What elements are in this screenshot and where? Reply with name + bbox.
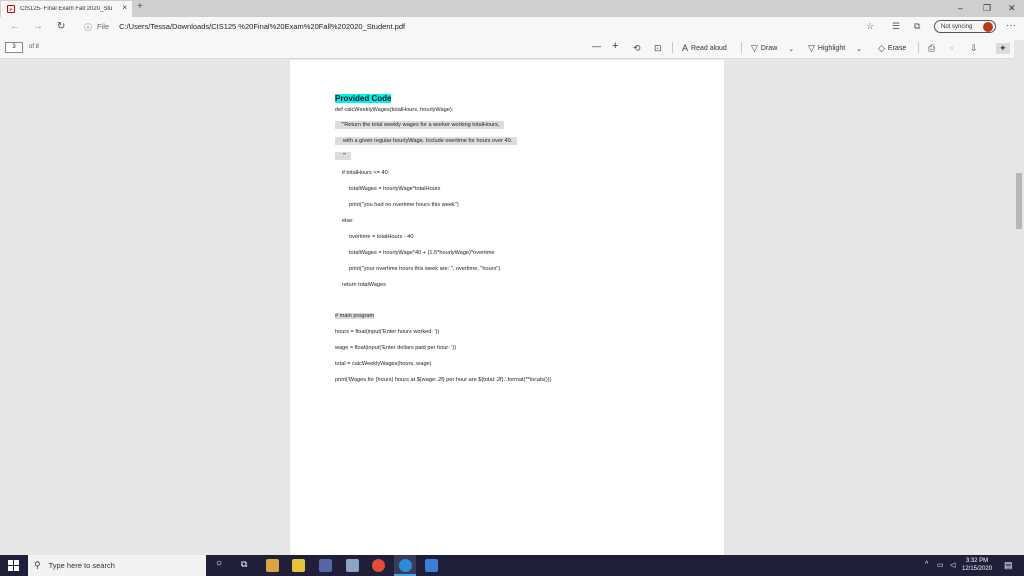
url-path: C:/Users/Tessa/Downloads/CIS125 %20Final… — [119, 22, 406, 31]
windows-start-icon[interactable] — [8, 560, 19, 571]
task-view-icon[interactable]: ⧉ — [241, 559, 254, 572]
pdf-toolbar: 3 of 8 — + ⟲ ⊡ A Read aloud ▽ Draw ⌄ ▽ H… — [0, 37, 1024, 59]
show-hidden-icons[interactable]: ^ — [925, 561, 928, 568]
volume-icon[interactable]: ◁ — [950, 561, 955, 569]
chevron-down-icon[interactable]: ⌄ — [788, 45, 794, 53]
network-icon[interactable]: ▭ — [937, 561, 944, 569]
clock-time: 3:32 PM — [965, 558, 989, 564]
vertical-scrollbar[interactable] — [1014, 40, 1024, 555]
page-total: of 8 — [29, 44, 40, 50]
code-line: else: — [342, 218, 354, 224]
erase-button[interactable]: ◇ Erase — [878, 43, 906, 54]
sync-label: Not syncing — [941, 23, 973, 30]
erase-label: Erase — [887, 45, 907, 52]
url-scheme: File — [97, 22, 110, 31]
draw-pen-icon: ▽ — [751, 43, 758, 53]
taskbar-search-box[interactable]: ⚲ Type here to search — [28, 555, 206, 576]
read-aloud-label: Read aloud — [691, 44, 727, 52]
toolbar-divider — [918, 42, 919, 53]
code-line: totalWages = hourlyWage*totalHours — [349, 186, 441, 192]
code-line: with a given regular hourlyWage. Include… — [335, 137, 518, 145]
rotate-icon[interactable]: ⟲ — [633, 43, 641, 54]
save-icon[interactable]: ▫ — [950, 43, 953, 53]
code-line: hours = float(input('Enter hours worked:… — [335, 329, 440, 335]
favorites-list-icon[interactable]: ☰ — [892, 21, 900, 32]
discord-icon[interactable] — [319, 559, 332, 572]
code-line: wage = float(input('Enter dollars paid p… — [335, 345, 457, 351]
chrome-icon[interactable] — [372, 559, 385, 572]
pdf-icon: P — [7, 5, 15, 13]
code-line: print("you had no overtime hours this we… — [349, 202, 459, 208]
draw-button[interactable]: ▽ Draw ⌄ — [751, 43, 794, 54]
print-icon[interactable]: ⎙ — [928, 43, 935, 54]
highlight-label: Highlight — [817, 45, 846, 52]
back-icon[interactable]: ← — [10, 21, 20, 32]
code-line: total = calcWeeklyWages(hours, wage) — [335, 361, 432, 367]
mail-icon[interactable] — [346, 559, 359, 572]
address-bar: ← → ↻ ⓘ File C:/Users/Tessa/Downloads/CI… — [0, 17, 1024, 37]
read-aloud-icon: A — [682, 43, 689, 53]
zoom-out-button[interactable]: — — [592, 41, 601, 51]
minimize-button[interactable]: – — [958, 3, 963, 13]
toolbar-divider — [672, 42, 673, 53]
code-line: ''' — [335, 152, 352, 160]
draw-label: Draw — [760, 45, 778, 52]
favorite-star-icon[interactable]: ☆ — [866, 21, 874, 32]
search-icon: ⚲ — [34, 560, 41, 570]
code-comment: # main program — [335, 313, 375, 319]
toolbar-divider — [741, 42, 742, 53]
search-placeholder: Type here to search — [48, 561, 115, 570]
more-menu-icon[interactable]: ··· — [1006, 20, 1016, 31]
profile-avatar — [983, 22, 993, 32]
fit-page-icon[interactable]: ⊡ — [654, 43, 662, 54]
pdf-page: Provided Code def calcWeeklyWages(totalH… — [290, 60, 724, 556]
browser-tab[interactable]: P CIS125- Final Exam Fall 2020_Stu... × — [1, 1, 132, 17]
tab-close-icon[interactable]: × — [122, 3, 127, 12]
zoom-in-button[interactable]: + — [612, 40, 618, 52]
collections-icon[interactable]: ⧉ — [914, 21, 920, 32]
close-window-button[interactable]: ✕ — [1008, 3, 1016, 14]
windows-taskbar: ⚲ Type here to search ○ ⧉ ^ ▭ ◁ 3:32 PM … — [0, 555, 1024, 576]
read-aloud-button[interactable]: A Read aloud — [682, 43, 727, 53]
code-line: return totalWages — [342, 282, 386, 288]
taskbar-clock[interactable]: 3:32 PM 12/15/2020 — [962, 557, 992, 573]
photos-icon[interactable] — [425, 559, 438, 572]
file-explorer-icon[interactable] — [266, 559, 279, 572]
info-icon: ⓘ — [84, 23, 92, 32]
url-field[interactable]: File C:/Users/Tessa/Downloads/CIS125 %20… — [97, 22, 405, 31]
tab-title: CIS125- Final Exam Fall 2020_Stu... — [20, 6, 112, 12]
page-number-input[interactable]: 3 — [5, 42, 23, 53]
cortana-icon[interactable]: ○ — [216, 558, 229, 571]
code-line: print("your overtime hours this week are… — [349, 266, 501, 272]
highlight-button[interactable]: ▽ Highlight ⌄ — [808, 43, 862, 54]
clock-date: 12/15/2020 — [962, 566, 993, 572]
code-line: if totalHours <= 40: — [342, 170, 390, 176]
chevron-down-icon[interactable]: ⌄ — [856, 45, 862, 53]
pin-toolbar-icon[interactable]: ✦ — [996, 43, 1010, 54]
browser-titlebar: P CIS125- Final Exam Fall 2020_Stu... × … — [0, 0, 1024, 17]
refresh-icon[interactable]: ↻ — [57, 21, 65, 32]
save-as-icon[interactable]: ⇩ — [970, 43, 978, 54]
highlighter-icon: ▽ — [808, 43, 815, 53]
scrollbar-thumb[interactable] — [1016, 173, 1022, 229]
eraser-icon: ◇ — [878, 43, 885, 53]
code-line: print('Wages for {hours} hours at ${wage… — [335, 377, 552, 383]
edge-icon[interactable] — [399, 559, 412, 572]
section-heading: Provided Code — [335, 94, 392, 103]
forward-icon[interactable]: → — [33, 21, 43, 32]
new-tab-button[interactable]: + — [137, 1, 143, 12]
code-line: '''Return the total weekly wages for a w… — [335, 121, 505, 129]
code-line: totalWages = hourlyWage*40 + (1.5*hourly… — [349, 250, 495, 256]
code-line: def calcWeeklyWages(totalHours, hourlyWa… — [335, 107, 454, 113]
restore-button[interactable]: ❐ — [983, 3, 991, 14]
notifications-icon[interactable]: ▤ — [1004, 560, 1013, 571]
sticky-notes-icon[interactable] — [292, 559, 305, 572]
code-line: overtime = totalHours - 40 — [349, 234, 414, 240]
sync-button[interactable]: Not syncing — [934, 20, 996, 33]
